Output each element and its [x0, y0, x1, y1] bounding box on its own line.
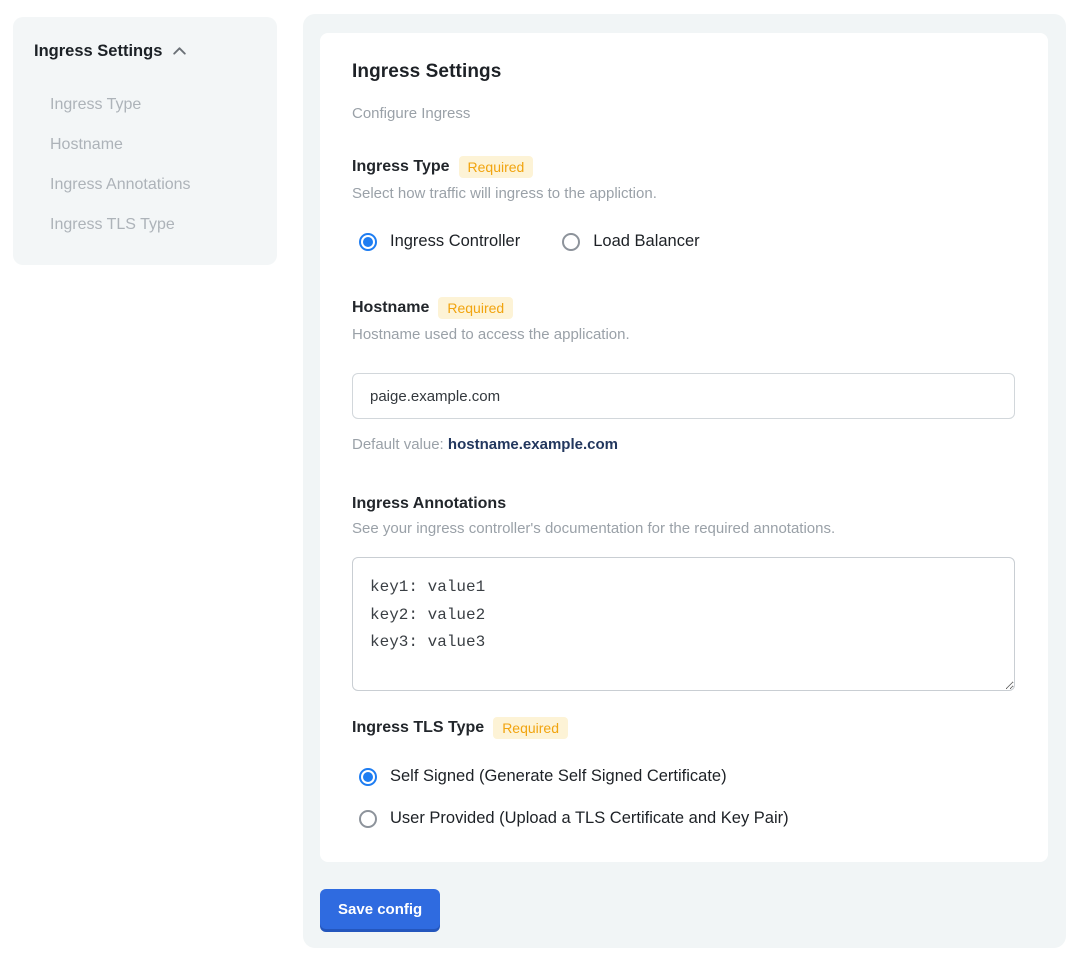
- required-badge: Required: [438, 297, 513, 319]
- hostname-label: Hostname: [352, 299, 429, 317]
- page-subtitle: Configure Ingress: [352, 105, 1016, 122]
- hostname-default-value: Default value: hostname.example.com: [352, 436, 1016, 453]
- section-ingress-annotations: Ingress Annotations See your ingress con…: [352, 495, 1016, 691]
- radio-option-ingress-controller[interactable]: Ingress Controller: [359, 232, 520, 251]
- ingress-settings-card: Ingress Settings Configure Ingress Ingre…: [320, 33, 1048, 862]
- ingress-annotations-textarea[interactable]: key1: value1 key2: value2 key3: value3: [352, 557, 1015, 691]
- required-badge: Required: [459, 156, 534, 178]
- save-config-button[interactable]: Save config: [320, 889, 440, 929]
- radio-self-signed[interactable]: [359, 768, 377, 786]
- ingress-annotations-label: Ingress Annotations: [352, 495, 506, 513]
- section-ingress-tls-type: Ingress TLS Type Required Self Signed (G…: [352, 717, 1016, 828]
- radio-ingress-controller[interactable]: [359, 233, 377, 251]
- radio-load-balancer[interactable]: [562, 233, 580, 251]
- sidebar-item-ingress-annotations[interactable]: Ingress Annotations: [50, 165, 256, 205]
- ingress-type-radio-group: Ingress Controller Load Balancer: [359, 232, 1016, 251]
- sidebar-item-ingress-tls-type[interactable]: Ingress TLS Type: [50, 205, 256, 245]
- radio-label: User Provided (Upload a TLS Certificate …: [390, 809, 789, 828]
- sidebar-group-ingress-settings[interactable]: Ingress Settings: [34, 42, 256, 61]
- radio-label: Self Signed (Generate Self Signed Certif…: [390, 767, 727, 786]
- radio-label: Ingress Controller: [390, 232, 520, 251]
- radio-label: Load Balancer: [593, 232, 699, 251]
- sidebar-item-hostname[interactable]: Hostname: [50, 125, 256, 165]
- ingress-tls-type-label: Ingress TLS Type: [352, 719, 484, 737]
- ingress-type-label: Ingress Type: [352, 158, 450, 176]
- radio-user-provided[interactable]: [359, 810, 377, 828]
- sidebar-nav: Ingress Type Hostname Ingress Annotation…: [34, 85, 256, 245]
- default-value-prefix: Default value:: [352, 436, 444, 453]
- settings-panel: Ingress Settings Configure Ingress Ingre…: [303, 14, 1066, 948]
- hostname-input[interactable]: [352, 373, 1015, 419]
- default-value-text: hostname.example.com: [448, 436, 618, 453]
- section-hostname: Hostname Required Hostname used to acces…: [352, 297, 1016, 453]
- sidebar-group-label: Ingress Settings: [34, 42, 162, 61]
- chevron-up-icon[interactable]: [171, 43, 188, 60]
- radio-option-self-signed[interactable]: Self Signed (Generate Self Signed Certif…: [359, 767, 1016, 786]
- radio-option-load-balancer[interactable]: Load Balancer: [562, 232, 699, 251]
- page-title: Ingress Settings: [352, 61, 1016, 83]
- required-badge: Required: [493, 717, 568, 739]
- ingress-tls-type-radio-group: Self Signed (Generate Self Signed Certif…: [359, 767, 1016, 828]
- radio-option-user-provided[interactable]: User Provided (Upload a TLS Certificate …: [359, 809, 1016, 828]
- section-ingress-type: Ingress Type Required Select how traffic…: [352, 156, 1016, 251]
- settings-sidebar: Ingress Settings Ingress Type Hostname I…: [13, 17, 277, 265]
- ingress-annotations-description: See your ingress controller's documentat…: [352, 520, 1016, 537]
- ingress-type-description: Select how traffic will ingress to the a…: [352, 185, 1016, 202]
- hostname-description: Hostname used to access the application.: [352, 326, 1016, 343]
- sidebar-item-ingress-type[interactable]: Ingress Type: [50, 85, 256, 125]
